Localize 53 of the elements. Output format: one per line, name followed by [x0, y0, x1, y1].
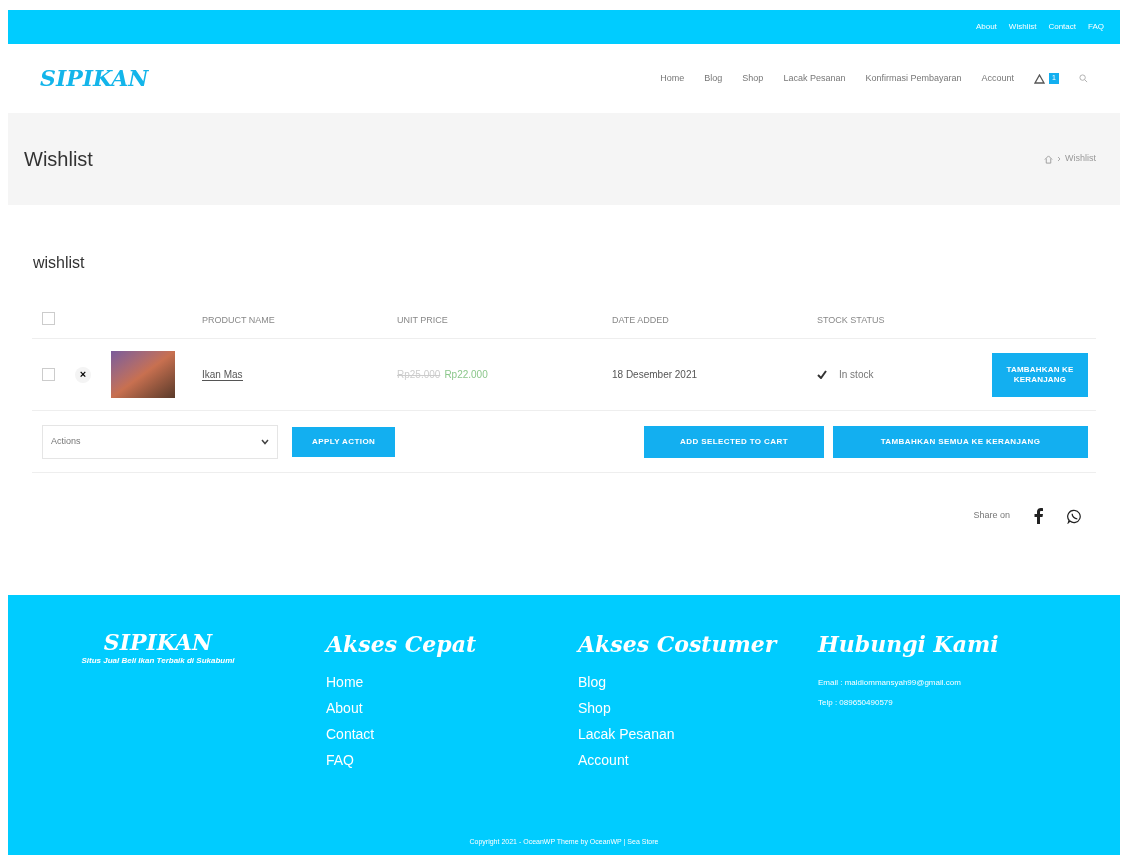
checkbox[interactable]: [42, 311, 55, 325]
footer-heading: Hubungi Kami: [818, 630, 999, 659]
product-link[interactable]: Ikan Mas: [202, 369, 243, 381]
checkbox[interactable]: [42, 368, 55, 381]
footer-link[interactable]: FAQ: [326, 747, 560, 773]
actions-select[interactable]: Actions: [42, 424, 278, 459]
top-link[interactable]: Contact: [1048, 21, 1076, 33]
page-title: Wishlist: [24, 147, 93, 172]
top-link[interactable]: Wishlist: [1008, 21, 1037, 33]
footer-logo[interactable]: SIPIKAN: [103, 629, 213, 655]
add-all-button[interactable]: TAMBAHKAN SEMUA KE KERANJANG: [833, 425, 1088, 458]
nav-link[interactable]: Home: [660, 71, 685, 86]
contact-line: Telp : 089650490579: [818, 697, 894, 709]
nav-link[interactable]: Konfirmasi Pembayaran: [865, 71, 962, 86]
column-header: UNIT PRICE: [397, 313, 449, 327]
site-logo[interactable]: SIPIKAN: [40, 62, 149, 95]
footer-link[interactable]: Contact: [326, 721, 560, 747]
footer-link[interactable]: Blog: [578, 669, 812, 695]
column-header: PRODUCT NAME: [202, 313, 276, 327]
facebook-icon[interactable]: [1034, 508, 1043, 524]
footer-tagline: Situs Jual Beli Ikan Terbaik di Sukabumi: [81, 655, 235, 667]
column-header: STOCK STATUS: [817, 313, 886, 327]
nav-link[interactable]: Account: [981, 71, 1014, 86]
breadcrumb-current: Wishlist: [1065, 152, 1096, 166]
footer-link[interactable]: Account: [578, 747, 812, 773]
contact-line: Email : maldiommansyah99@gmail.com: [818, 677, 962, 689]
add-to-cart-button[interactable]: TAMBAHKAN KE KERANJANG: [992, 352, 1088, 397]
date-added: 18 Desember 2021: [612, 368, 699, 382]
footer-link[interactable]: Lacak Pesanan: [578, 721, 812, 747]
chevron-right-icon: [1057, 156, 1061, 162]
footer-link[interactable]: About: [326, 695, 560, 721]
search-icon[interactable]: [1079, 74, 1088, 83]
remove-button[interactable]: ×: [75, 366, 91, 383]
wishlist-title: wishlist: [32, 253, 86, 273]
add-selected-button[interactable]: ADD SELECTED TO CART: [644, 425, 824, 458]
photo-placeholder: [111, 351, 175, 398]
footer-heading: Akses Costumer: [578, 630, 779, 659]
nav-link[interactable]: Lacak Pesanan: [783, 71, 846, 86]
home-icon[interactable]: [1044, 154, 1053, 164]
footer-link[interactable]: Home: [326, 669, 560, 695]
footer-heading: Akses Cepat: [326, 630, 478, 659]
share-label: Share on: [973, 509, 1010, 523]
nav-link[interactable]: Blog: [704, 71, 723, 86]
sale-price: Rp22.000: [444, 368, 488, 382]
top-link[interactable]: FAQ: [1088, 21, 1104, 33]
whatsapp-icon[interactable]: [1067, 508, 1082, 524]
column-header: DATE ADDED: [612, 313, 670, 327]
footer-link[interactable]: Shop: [578, 695, 812, 721]
nav-link[interactable]: Shop: [742, 71, 764, 86]
top-link[interactable]: About: [975, 21, 997, 33]
stock-status: In stock: [839, 368, 874, 382]
apply-action-button[interactable]: APPLY ACTION: [292, 426, 396, 457]
chevron-down-icon: [261, 438, 269, 445]
